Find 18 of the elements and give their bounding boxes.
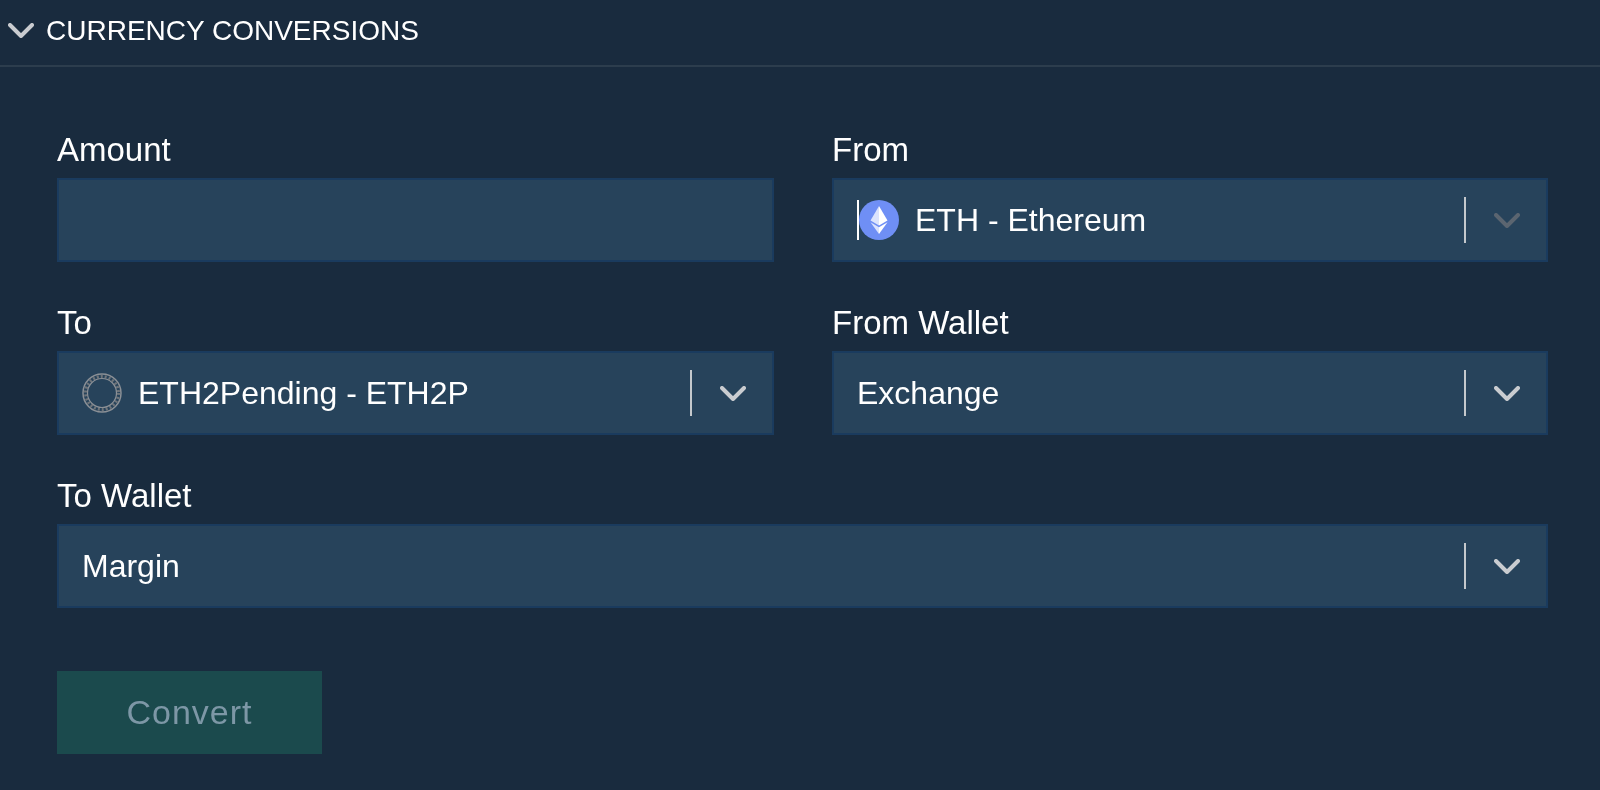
currency-select[interactable]: ETH - Ethereum (832, 178, 1548, 262)
field-label: Amount (57, 130, 171, 170)
chevron-down-icon (720, 385, 746, 401)
amount-field[interactable] (57, 178, 774, 262)
chevron-down-icon (1494, 558, 1520, 574)
field-label: To (57, 303, 92, 343)
wallet-select[interactable]: Exchange (832, 351, 1548, 435)
section-header[interactable]: CURRENCY CONVERSIONS (8, 9, 419, 52)
currency-select[interactable]: ETH2Pending - ETH2P (57, 351, 774, 435)
chevron-down-icon (1494, 385, 1520, 401)
text-cursor (857, 200, 859, 240)
ethereum-coin-icon (859, 200, 899, 240)
field-label: To Wallet (57, 476, 192, 516)
chevron-down-icon (1494, 212, 1520, 228)
field-label: From Wallet (832, 303, 1009, 343)
ring-icon (82, 373, 122, 413)
field-label: From (832, 130, 909, 170)
wallet-select[interactable]: Margin (57, 524, 1548, 608)
